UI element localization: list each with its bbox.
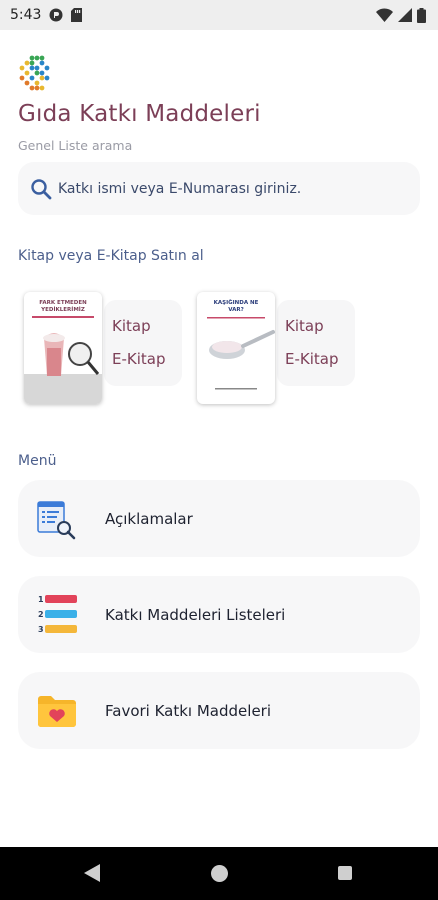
menu-item-favoriler[interactable]: Favori Katkı Maddeleri	[18, 672, 420, 749]
sd-card-icon	[71, 8, 83, 22]
status-bar: 5:43	[0, 0, 438, 30]
search-placeholder: Katkı ismi veya E-Numarası giriniz.	[58, 180, 302, 197]
recent-apps-icon[interactable]	[338, 866, 352, 880]
svg-text:1: 1	[38, 595, 44, 604]
book-ekitap-link[interactable]: E-Kitap	[112, 350, 166, 368]
svg-text:2: 2	[38, 610, 44, 619]
menu-item-label: Favori Katkı Maddeleri	[105, 701, 272, 720]
system-nav-bar	[0, 847, 438, 900]
book-item: Kitap E-Kitap FARK ETMEDEN YEDİKLERİMİZ	[24, 292, 184, 406]
svg-text:3: 3	[38, 625, 44, 634]
book-cover-illustration	[24, 316, 102, 404]
app-logo-icon	[19, 55, 50, 91]
back-icon[interactable]	[84, 864, 100, 882]
book-cover-illustration	[207, 317, 275, 390]
search-input[interactable]: Katkı ismi veya E-Numarası giriniz.	[18, 162, 420, 215]
buy-section-title: Kitap veya E-Kitap Satın al	[18, 248, 204, 264]
menu-item-label: Katkı Maddeleri Listeleri	[105, 605, 286, 624]
menu-item-label: Açıklamalar	[105, 509, 193, 528]
book-links-card	[104, 300, 182, 386]
book-ekitap-link[interactable]: E-Kitap	[285, 350, 339, 368]
signal-icon	[398, 8, 412, 22]
book-links-card	[277, 300, 355, 386]
book-item: Kitap E-Kitap KAŞIĞINDA NE VAR?	[197, 292, 357, 406]
document-search-icon	[37, 501, 76, 540]
book-kitap-link[interactable]: Kitap	[285, 317, 324, 335]
wifi-icon	[376, 8, 393, 22]
menu-item-katki-listeleri[interactable]: 1 2 3 Katkı Maddeleri Listeleri	[18, 576, 420, 653]
numbered-list-icon: 1 2 3	[38, 595, 77, 634]
menu-item-aciklamalar[interactable]: Açıklamalar	[18, 480, 420, 557]
battery-icon	[417, 7, 426, 23]
book-cover[interactable]: KAŞIĞINDA NE VAR?	[197, 292, 275, 404]
search-label: Genel Liste arama	[18, 138, 133, 153]
book-cover[interactable]: FARK ETMEDEN YEDİKLERİMİZ	[24, 292, 102, 404]
page-title: Gıda Katkı Maddeleri	[18, 101, 261, 127]
book-kitap-link[interactable]: Kitap	[112, 317, 151, 335]
favorite-folder-icon	[38, 696, 76, 727]
home-icon[interactable]	[211, 865, 228, 882]
vpn-icon	[49, 8, 63, 22]
menu-section-title: Menü	[18, 453, 57, 469]
status-time: 5:43	[10, 7, 42, 23]
search-icon	[31, 178, 52, 199]
